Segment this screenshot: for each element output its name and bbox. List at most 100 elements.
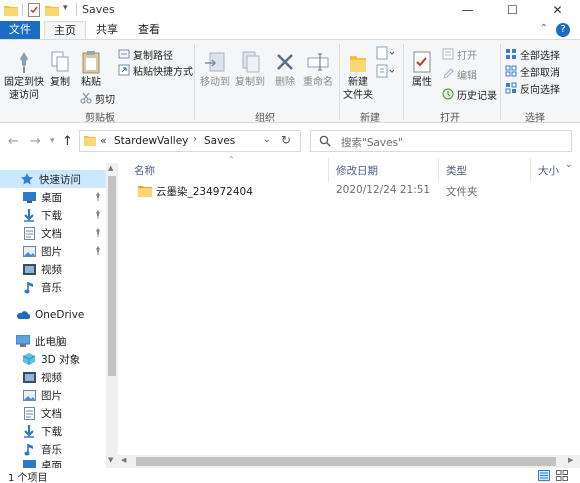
tab-home[interactable]: 主页: [44, 21, 86, 40]
customize-qat-icon[interactable]: ▾: [63, 3, 68, 13]
search-icon: [319, 135, 331, 147]
nav-pc-music[interactable]: 音乐: [0, 440, 106, 458]
close-button[interactable]: ✕: [535, 0, 580, 20]
cut-button[interactable]: 剪切: [80, 90, 115, 106]
window-title: Saves: [82, 3, 115, 16]
scroll-down-icon[interactable]: ▼: [108, 456, 113, 464]
invert-selection-button[interactable]: 反向选择: [505, 80, 560, 96]
nav-this-pc[interactable]: 此电脑: [0, 332, 106, 350]
select-none-button[interactable]: 全部取消: [505, 63, 560, 79]
scroll-left-icon[interactable]: ◀: [121, 456, 126, 464]
large-icons-view-icon[interactable]: [556, 470, 568, 481]
breadcrumb-saves[interactable]: Saves: [204, 135, 235, 147]
clipboard-group-label: 剪贴板: [85, 113, 115, 124]
new-folder-button[interactable]: 新建 文件夹: [342, 48, 374, 102]
nav-documents[interactable]: 文档: [0, 224, 106, 242]
column-header-type[interactable]: 类型: [446, 163, 467, 178]
open-button[interactable]: 打开: [442, 46, 477, 62]
minimize-button[interactable]: —: [445, 0, 490, 20]
nav-desktop[interactable]: 桌面: [0, 188, 106, 206]
refresh-icon[interactable]: ↻: [281, 133, 291, 147]
delete-x-icon: [271, 48, 299, 76]
properties-quick-icon[interactable]: [28, 3, 40, 17]
copy-path-button[interactable]: 复制路径: [118, 46, 173, 62]
paste-shortcut-button[interactable]: 粘贴快捷方式: [118, 62, 193, 78]
rename-button[interactable]: 重命名: [301, 48, 335, 89]
scroll-up-icon[interactable]: ▲: [108, 164, 113, 172]
forward-arrow-icon[interactable]: →: [30, 134, 41, 149]
nav-quick-access[interactable]: 快速访问: [0, 170, 106, 188]
tab-file[interactable]: 文件: [0, 21, 40, 40]
edit-button[interactable]: 编辑: [442, 66, 477, 82]
properties-button[interactable]: 属性: [407, 48, 437, 89]
nav-pictures[interactable]: 图片: [0, 242, 106, 260]
delete-button[interactable]: 删除: [271, 48, 299, 89]
sort-indicator-icon: ⌃: [228, 155, 235, 164]
copy-icon: [46, 48, 74, 76]
pinned-icon: [94, 228, 102, 237]
nav-pc-downloads[interactable]: 下载: [0, 422, 106, 440]
nav-pc-videos[interactable]: 视频: [0, 368, 106, 386]
recent-locations-icon[interactable]: ▾: [50, 136, 55, 146]
table-row[interactable]: 云墨染_234972404 2020/12/24 21:51 文件夹: [130, 182, 580, 200]
breadcrumb-chevron-icon[interactable]: ›: [193, 134, 197, 145]
nav-videos[interactable]: 视频: [0, 260, 106, 278]
header-chevron-icon[interactable]: ⌄: [565, 160, 573, 170]
details-view-icon[interactable]: [538, 470, 550, 481]
nav-music[interactable]: 音乐: [0, 278, 106, 296]
search-input[interactable]: 搜索"Saves": [341, 135, 403, 150]
nav-pc-documents[interactable]: 文档: [0, 404, 106, 422]
tab-share[interactable]: 共享: [86, 21, 128, 40]
nav-pc-pictures[interactable]: 图片: [0, 386, 106, 404]
easy-access-icon[interactable]: [376, 64, 394, 78]
status-bar: 1 个项目: [0, 468, 580, 483]
copy-button[interactable]: 复制: [46, 48, 74, 89]
column-header-size[interactable]: 大小: [538, 163, 559, 178]
cloud-icon: [16, 308, 30, 322]
nav-3d-objects[interactable]: 3D 对象: [0, 350, 106, 368]
search-box[interactable]: 搜索"Saves": [310, 130, 572, 152]
nav-pc-desktop[interactable]: 桌面: [0, 458, 106, 468]
help-icon[interactable]: ?: [556, 23, 570, 37]
new-item-icon[interactable]: [376, 46, 394, 60]
new-folder-icon: [342, 48, 374, 76]
address-dropdown-icon[interactable]: ⌄: [263, 135, 271, 145]
column-header-date[interactable]: 修改日期: [336, 163, 378, 178]
up-arrow-icon[interactable]: ↑: [62, 134, 73, 149]
column-header-name[interactable]: 名称: [134, 163, 155, 178]
select-all-button[interactable]: 全部选择: [505, 46, 560, 62]
new-folder-quick-icon[interactable]: [45, 4, 59, 16]
history-button[interactable]: 历史记录: [442, 86, 497, 102]
address-bar[interactable]: « StardewValley › Saves ⌄ ↻: [79, 130, 301, 152]
move-to-button[interactable]: 移动到: [198, 48, 232, 89]
item-count: 1 个项目: [8, 473, 48, 483]
video-icon: [22, 370, 36, 384]
file-type: 文件夹: [446, 186, 478, 198]
cube-icon: [22, 352, 36, 366]
folder-icon: [84, 135, 96, 146]
nav-scrollbar-thumb[interactable]: [108, 176, 116, 376]
paste-shortcut-icon: [118, 64, 130, 76]
invert-selection-icon: [505, 82, 517, 94]
move-to-icon: [198, 48, 232, 76]
pin-quick-access-button[interactable]: 固定到快 速访问: [2, 48, 46, 102]
maximize-button[interactable]: ☐: [490, 0, 535, 20]
music-note-icon: [22, 442, 36, 456]
pinned-icon: [94, 246, 102, 255]
organize-group-label: 组织: [255, 113, 275, 124]
copy-to-button[interactable]: 复制到: [233, 48, 267, 89]
folder-icon: [138, 185, 152, 197]
paste-button[interactable]: 粘贴: [76, 48, 106, 89]
nav-downloads[interactable]: 下载: [0, 206, 106, 224]
ribbon-collapse-icon[interactable]: ⌃: [540, 23, 548, 34]
breadcrumb-overflow[interactable]: «: [100, 134, 107, 147]
back-arrow-icon[interactable]: ←: [8, 134, 19, 149]
file-name[interactable]: 云墨染_234972404: [156, 184, 253, 199]
tab-view[interactable]: 查看: [128, 21, 170, 40]
scroll-right-icon[interactable]: ▶: [568, 456, 573, 464]
breadcrumb-stardewvalley[interactable]: StardewValley: [114, 135, 188, 147]
history-icon: [442, 88, 454, 100]
horizontal-scrollbar-thumb[interactable]: [136, 457, 556, 466]
nav-onedrive[interactable]: OneDrive: [0, 306, 106, 324]
computer-icon: [16, 334, 30, 348]
